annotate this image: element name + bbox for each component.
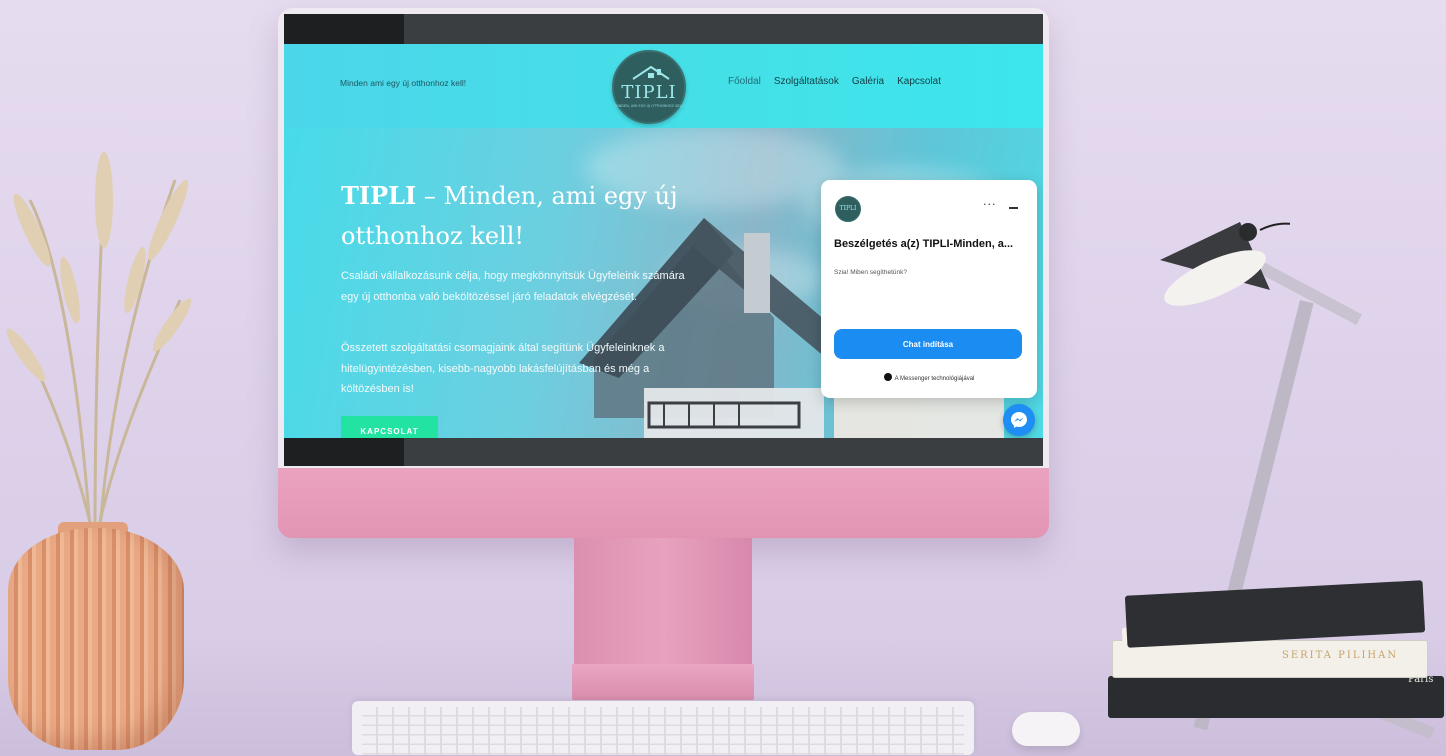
chat-avatar-text: TIPLI (839, 205, 857, 212)
house-roof-icon (632, 66, 670, 80)
chat-footer: A Messenger technológiájával (821, 373, 1037, 382)
logo-text: TIPLI (621, 82, 677, 103)
nav-item-kapcsolat[interactable]: Kapcsolat (897, 76, 941, 87)
website: Minden ami egy új otthonhoz kell! TIPLI … (284, 44, 1043, 438)
nav-item-szolgaltatasok[interactable]: Szolgáltatások (774, 76, 839, 87)
hero-paragraph-1: Családi vállalkozásunk célja, hogy megkö… (341, 270, 685, 303)
book-title-serita: SERITA PILIHAN (1282, 650, 1399, 661)
minimize-icon[interactable] (1009, 207, 1018, 209)
site-header: Minden ami egy új otthonhoz kell! TIPLI … (284, 44, 1043, 128)
chat-title: Beszélgetés a(z) TIPLI-Minden, a... (834, 238, 1014, 250)
messenger-bubble-button[interactable] (1003, 404, 1035, 436)
kapcsolat-button[interactable]: KAPCSOLAT (341, 416, 438, 438)
chat-footer-text: A Messenger technológiájával (894, 376, 975, 382)
mouse (1012, 712, 1080, 746)
book-bottom (1108, 676, 1444, 718)
browser-bottom-bar (284, 438, 1043, 466)
chat-avatar: TIPLI (835, 196, 861, 222)
messenger-icon (1011, 412, 1027, 428)
messenger-icon (883, 373, 892, 381)
hero-title-brand: TIPLI (341, 181, 417, 210)
chat-greeting: Szia! Miben segíthetünk? (834, 269, 907, 276)
monitor-stand-neck (574, 538, 752, 664)
monitor-chin (278, 468, 1049, 538)
imac-monitor: Minden ami egy új otthonhoz kell! TIPLI … (278, 8, 1049, 538)
start-chat-button[interactable]: Chat indítása (834, 329, 1022, 359)
hero-title: TIPLI – Minden, ami egy új otthonhoz kel… (341, 176, 721, 256)
hero-paragraph-2: Összetett szolgáltatási csomagjaink álta… (341, 342, 665, 395)
nav-item-fooldal[interactable]: Főoldal (728, 76, 761, 87)
messenger-chat-widget: TIPLI ··· Beszélgetés a(z) TIPLI-Minden,… (821, 180, 1037, 398)
monitor-screen: Minden ami egy új otthonhoz kell! TIPLI … (284, 14, 1043, 466)
monitor-stand-foot (572, 664, 754, 700)
tipli-logo[interactable]: TIPLI MINDEN, AMI EGY ÚJ OTTHONHOZ KELL (612, 50, 686, 124)
main-nav: Főoldal Szolgáltatások Galéria Kapcsolat (728, 76, 941, 87)
header-tagline: Minden ami egy új otthonhoz kell! (340, 78, 467, 88)
keyboard (352, 701, 974, 755)
nav-item-galeria[interactable]: Galéria (852, 76, 884, 87)
lamp-shade (1160, 222, 1290, 306)
browser-top-bar (284, 14, 1043, 44)
logo-subtitle: MINDEN, AMI EGY ÚJ OTTHONHOZ KELL (614, 104, 684, 108)
more-options-icon[interactable]: ··· (983, 198, 997, 211)
dried-grass-decoration (6, 152, 192, 531)
vase (8, 528, 184, 750)
